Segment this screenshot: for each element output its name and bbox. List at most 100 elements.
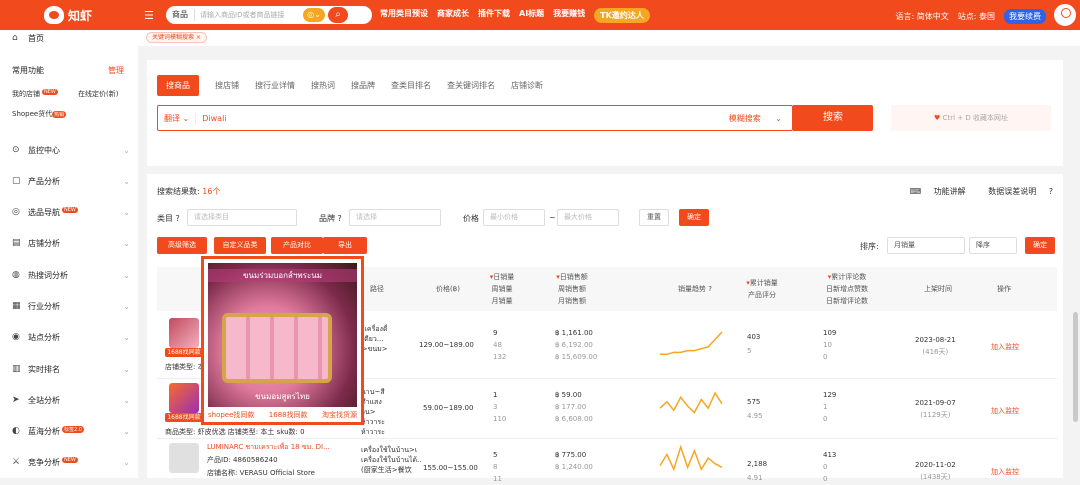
top-bar: 知虾 ☰ 商品 请输入商品ID或者商品链接 ◎⌄ ⌕ 常用类目预设 商家成长 插… bbox=[0, 0, 1080, 30]
shopee-same-link[interactable]: shopee找同款 bbox=[208, 410, 254, 420]
filter-row: 类目 ? 请选择类目 品牌 ? 请选择 价格 最小价格 ~ 最大价格 重置 确定 bbox=[157, 209, 1057, 227]
logo-icon bbox=[44, 6, 64, 24]
col-listed: 上架时间 bbox=[924, 285, 952, 293]
manage-link[interactable]: 管理 bbox=[108, 65, 124, 76]
product-thumbnail[interactable] bbox=[169, 443, 199, 473]
search-icon[interactable]: ⌕ bbox=[327, 6, 349, 24]
tk-invite-button[interactable]: TK邀约达人 bbox=[594, 7, 650, 23]
day-revenue: ฿ 775.00 bbox=[555, 451, 587, 459]
filter-confirm-button[interactable]: 确定 bbox=[679, 209, 709, 226]
max-price-input[interactable]: 最大价格 bbox=[557, 209, 619, 226]
chevron-down-icon: ⌄ bbox=[123, 176, 130, 186]
col-total-sales[interactable]: ▾累计销量 bbox=[737, 277, 787, 289]
tab-shop-diagnosis[interactable]: 店铺诊断 bbox=[511, 80, 543, 91]
sidebar-item-label: 行业分析 bbox=[28, 301, 60, 311]
col-day-revenue[interactable]: ▾日销售额 bbox=[547, 271, 597, 283]
chevron-down-icon: ⌄ bbox=[123, 332, 130, 342]
week-sales: 3 bbox=[493, 403, 498, 411]
menu-icon[interactable]: ☰ bbox=[144, 9, 162, 22]
tab-search-product[interactable]: 搜商品 bbox=[157, 75, 199, 96]
product-path: นาน~สี ทำแสง วน> ห้าวาระ ห้าวาระ bbox=[361, 387, 401, 437]
nav-merchant-growth[interactable]: 商家成长 bbox=[437, 8, 469, 23]
tab-search-shop[interactable]: 搜店铺 bbox=[215, 80, 239, 91]
taobao-source-link[interactable]: 淘宝找货源 bbox=[322, 410, 357, 420]
product-path: เครื่องใช้ในบ้าน>เ เครื่องใช้ในบ้านได้...… bbox=[361, 445, 421, 475]
product-thumbnail[interactable] bbox=[169, 383, 199, 413]
export-button[interactable]: 导出 bbox=[323, 237, 367, 254]
bookmark-hint[interactable]: ♥ Ctrl + D 收藏本网址 bbox=[891, 105, 1051, 131]
tab-keyword-rank[interactable]: 查关键词排名 bbox=[447, 80, 495, 91]
function-guide-label: 功能讲解 bbox=[933, 187, 966, 196]
function-guide-link[interactable]: ⌨ 功能讲解 bbox=[900, 187, 966, 196]
sort-confirm-button[interactable]: 确定 bbox=[1025, 237, 1055, 254]
rating: 4.95 bbox=[747, 412, 763, 420]
total-reviews: 413 bbox=[823, 451, 837, 459]
nav-plugin-download[interactable]: 插件下载 bbox=[478, 8, 510, 23]
col-week-sales: 周销量 bbox=[491, 285, 513, 293]
sort-field-select[interactable]: 月销量 bbox=[887, 237, 965, 254]
language-select[interactable]: 语言: 简体中文 bbox=[896, 11, 949, 22]
top-search-input[interactable]: 请输入商品ID或者商品链接 bbox=[195, 10, 303, 20]
product-title[interactable]: LUMINARC ชามเคราะเพื่อ 18 ซม. DI... bbox=[207, 442, 357, 452]
product-thumbnail[interactable] bbox=[169, 318, 199, 348]
search-button[interactable]: 搜索 bbox=[793, 105, 873, 131]
dessert-tray bbox=[222, 313, 332, 383]
path-line: ทำแสง bbox=[361, 398, 382, 406]
tab-hot-words[interactable]: 搜热词 bbox=[311, 80, 335, 91]
reset-button[interactable]: 重置 bbox=[639, 209, 669, 226]
sort-order-select[interactable]: 降序 bbox=[969, 237, 1017, 254]
fuzzy-search-tag[interactable]: 关键词模糊搜索 × bbox=[146, 32, 207, 43]
find-1688-button[interactable]: 1688找同款 bbox=[165, 413, 203, 422]
shop-icon: ▤ bbox=[12, 238, 21, 248]
brand-select[interactable]: 请选择 bbox=[349, 209, 441, 226]
add-monitor-button[interactable]: 加入监控 bbox=[991, 467, 1019, 477]
col-total-reviews[interactable]: ▾累计评论数 bbox=[817, 271, 877, 283]
advanced-filter-button[interactable]: 高级筛选 bbox=[157, 237, 207, 254]
fuzzy-search-select[interactable]: 模糊搜索 ⌄ bbox=[729, 113, 782, 124]
translate-toggle[interactable]: 翻译 ⌄ bbox=[158, 112, 197, 124]
week-sales: 48 bbox=[493, 341, 502, 349]
month-sales: 11 bbox=[493, 475, 502, 483]
custom-category-button[interactable]: 自定义品类 bbox=[214, 237, 266, 254]
product-compare-button[interactable]: 产品对比 bbox=[271, 237, 323, 254]
chevron-down-icon: ⌄ bbox=[123, 457, 130, 467]
price-range: 59.00~189.00 bbox=[423, 404, 474, 412]
site-select[interactable]: 站点: 泰国 bbox=[958, 11, 995, 22]
col-label: 累计销量 bbox=[749, 279, 778, 287]
sales-trend-chart bbox=[659, 445, 723, 472]
month-sales: 110 bbox=[493, 415, 507, 423]
tab-category-rank[interactable]: 查类目排名 bbox=[391, 80, 431, 91]
trend-line bbox=[659, 445, 723, 472]
date: 2023-08-21 bbox=[915, 336, 956, 344]
nav-category-preset[interactable]: 常用类目预设 bbox=[380, 8, 428, 23]
shop-name[interactable]: 店铺名称: VERASU Official Store bbox=[207, 468, 315, 478]
review-values: 129 1 0 bbox=[823, 389, 836, 425]
nav-earn[interactable]: 我要赚钱 bbox=[553, 8, 585, 23]
chat-icon: ◍ bbox=[12, 270, 20, 280]
col-day-sales[interactable]: ▾日销量 bbox=[482, 271, 522, 283]
renew-button[interactable]: 我要续费 bbox=[1004, 9, 1046, 24]
search-tabs: 搜商品 搜店铺 搜行业详情 搜热词 搜品牌 查类目排名 查关键词排名 店铺诊断 bbox=[157, 75, 559, 96]
tab-brand[interactable]: 搜品牌 bbox=[351, 80, 375, 91]
tab-industry-detail[interactable]: 搜行业详情 bbox=[255, 80, 295, 91]
avatar[interactable] bbox=[1054, 4, 1076, 26]
search-type-select[interactable]: 商品 bbox=[166, 9, 195, 21]
find-1688-button[interactable]: 1688找同款 bbox=[165, 348, 203, 357]
min-price-input[interactable]: 最小价格 bbox=[483, 209, 545, 226]
scrollbar[interactable] bbox=[1073, 312, 1078, 422]
data-error-link[interactable]: 数据误差说明 ? bbox=[978, 187, 1053, 196]
add-monitor-button[interactable]: 加入监控 bbox=[991, 342, 1019, 352]
add-monitor-button[interactable]: 加入监控 bbox=[991, 406, 1019, 416]
image-search-icon[interactable]: ◎⌄ bbox=[303, 8, 325, 22]
days: (1438天) bbox=[920, 473, 951, 481]
my-shop-link[interactable]: 我的店铺 NEW bbox=[12, 89, 58, 99]
logo[interactable]: 知虾 bbox=[44, 6, 136, 24]
col-label: 累计评论数 bbox=[831, 273, 867, 281]
nav-ai-title[interactable]: AI标题 bbox=[519, 8, 544, 23]
keyword-input[interactable]: Diwali bbox=[202, 114, 729, 123]
trend-line bbox=[660, 331, 723, 356]
online-price-link[interactable]: 在线定价(新) bbox=[78, 89, 118, 99]
category-select[interactable]: 请选择类目 bbox=[187, 209, 297, 226]
find-1688-link[interactable]: 1688找同款 bbox=[269, 410, 308, 420]
chevron-down-icon: ⌄ bbox=[123, 207, 130, 217]
